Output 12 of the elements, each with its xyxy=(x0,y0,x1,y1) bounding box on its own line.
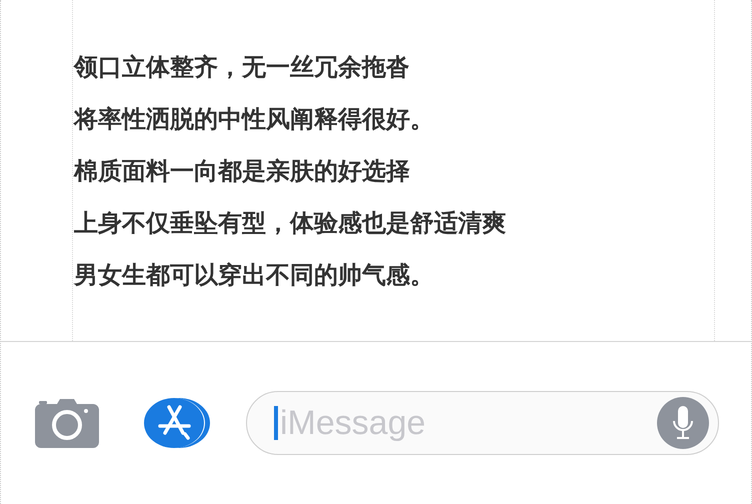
text-cursor xyxy=(274,406,278,440)
message-text: 男女生都可以穿出不同的帅气感。 xyxy=(74,261,435,291)
message-text: 将率性洒脱的中性风阐释得很好。 xyxy=(74,105,435,135)
microphone-icon xyxy=(672,406,694,440)
camera-button[interactable] xyxy=(35,398,99,448)
camera-icon xyxy=(35,398,99,448)
message-text: 棉质面料一向都是亲肤的好选择 xyxy=(74,157,411,187)
message-text: 领口立体整齐，无一丝冗余拖沓 xyxy=(74,53,411,83)
app-store-icon xyxy=(143,398,211,448)
microphone-button[interactable] xyxy=(657,397,709,449)
message-text: 上身不仅垂坠有型，体验感也是舒适清爽 xyxy=(74,209,507,239)
app-store-button[interactable] xyxy=(143,398,211,448)
